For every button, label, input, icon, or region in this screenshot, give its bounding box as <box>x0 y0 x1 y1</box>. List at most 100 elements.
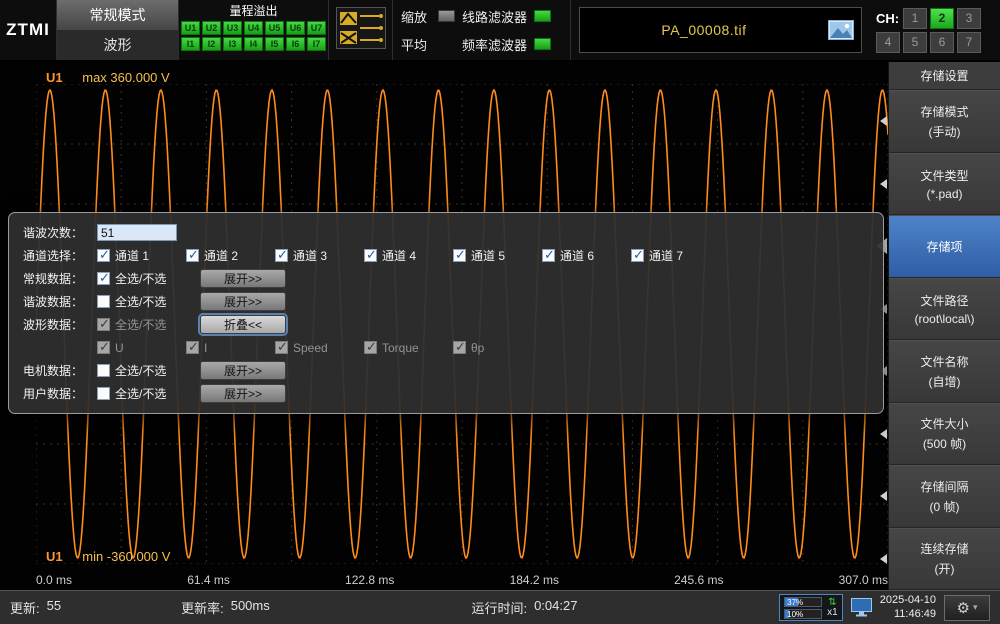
dialog-channel-options: 通道 1通道 2通道 3通道 4通道 5通道 6通道 7 <box>97 247 720 264</box>
select-all-cell: 全选/不选 <box>97 316 200 333</box>
channel-button-1[interactable]: 1 <box>903 8 927 29</box>
brand-logo-text: ZTMI <box>6 20 50 40</box>
channel-checkbox-label: 通道 3 <box>293 247 327 264</box>
date-text: 2025-04-10 <box>880 594 936 608</box>
line-filter-label[interactable]: 线路滤波器 <box>462 7 527 26</box>
update-rate-group: 更新率: 500ms <box>181 598 270 617</box>
channel-checkbox-3[interactable] <box>275 249 288 262</box>
x-tick-label: 61.4 ms <box>187 573 230 587</box>
mode-button-normal[interactable]: 常规模式 <box>57 0 178 30</box>
sidebar-item-line1: 文件路径 <box>920 292 968 309</box>
select-all-checkbox[interactable] <box>97 364 110 377</box>
update-count-label: 更新: <box>10 598 40 617</box>
expand-button[interactable]: 展开>> <box>200 292 286 311</box>
harmonic-count-row: 谐波次数： <box>9 221 883 244</box>
channel-checkbox-7[interactable] <box>631 249 644 262</box>
channel-checkbox-6[interactable] <box>542 249 555 262</box>
channel-checkbox-5[interactable] <box>453 249 466 262</box>
mode-selector: 常规模式 波形 <box>57 0 179 60</box>
wave-sub-option-Speed: Speed <box>275 341 364 355</box>
chevron-down-icon: ▾ <box>973 602 978 613</box>
channel-row-2: 4567 <box>876 32 994 53</box>
max-channel-name: U1 <box>46 70 63 85</box>
select-all-cell: 全选/不选 <box>97 362 200 379</box>
overflow-cell-I5: I5 <box>265 37 284 51</box>
runtime-group: 运行时间: 0:04:27 <box>471 598 577 617</box>
left-arrow-icon <box>880 116 887 126</box>
power-analyzer-app: ZTMI 常规模式 波形 量程溢出 U1U2U3U4U5U6U7 I1I2I3I… <box>0 0 1000 624</box>
status-bar: 更新: 55 更新率: 500ms 运行时间: 0:04:27 37% 10% <box>0 590 1000 624</box>
sidebar-item-6[interactable]: 文件大小(500 帧) <box>889 403 1000 466</box>
select-all-label: 全选/不选 <box>115 293 166 310</box>
collapse-button[interactable]: 折叠<< <box>200 315 286 334</box>
sidebar-item-line2: (手动) <box>929 123 961 140</box>
sidebar-item-line2: (0 帧) <box>929 498 959 515</box>
select-all-label: 全选/不选 <box>115 316 166 333</box>
channel-checkbox-label: 通道 2 <box>204 247 238 264</box>
channel-checkbox-1[interactable] <box>97 249 110 262</box>
dialog-channel-option-1: 通道 1 <box>97 247 186 264</box>
channel-button-3[interactable]: 3 <box>957 8 981 29</box>
sidebar-item-4[interactable]: 文件路径(root\local\) <box>889 278 1000 341</box>
channel-row-1: 123 <box>903 8 981 29</box>
channel-checkbox-label: 通道 6 <box>560 247 594 264</box>
sidebar-item-8[interactable]: 连续存储(开) <box>889 528 1000 591</box>
system-tray: 37% 10% ⇅ x1 <box>779 594 990 622</box>
dialog-channel-option-2: 通道 2 <box>186 247 275 264</box>
monitor-icon[interactable] <box>851 598 872 617</box>
channel-panel-label: CH: <box>876 11 900 26</box>
channel-button-4[interactable]: 4 <box>876 32 900 53</box>
harmonic-count-input[interactable] <box>97 224 177 241</box>
sidebar-item-1[interactable]: 存储模式(手动) <box>889 90 1000 153</box>
file-display-box[interactable]: PA_00008.tif <box>579 7 862 53</box>
expand-button[interactable]: 展开>> <box>200 269 286 288</box>
freq-filter-indicator <box>534 38 551 50</box>
storage-items-dialog: 谐波次数： 通道选择： 通道 1通道 2通道 3通道 4通道 5通道 6通道 7… <box>8 212 884 414</box>
select-all-checkbox[interactable] <box>97 295 110 308</box>
sub-option-label: U <box>115 341 124 355</box>
x-tick-label: 307.0 ms <box>839 573 888 587</box>
sidebar-item-2[interactable]: 文件类型(*.pad) <box>889 153 1000 216</box>
channel-button-6[interactable]: 6 <box>930 32 954 53</box>
freq-filter-label[interactable]: 频率滤波器 <box>462 35 527 54</box>
channel-button-5[interactable]: 5 <box>903 32 927 53</box>
sub-option-label: θp <box>471 341 484 355</box>
left-arrow-icon <box>880 491 887 501</box>
range-overflow-panel: 量程溢出 U1U2U3U4U5U6U7 I1I2I3I4I5I6I7 <box>179 0 329 60</box>
average-label[interactable]: 平均 <box>401 35 431 54</box>
x-axis: 0.0 ms61.4 ms122.8 ms184.2 ms245.6 ms307… <box>36 573 888 587</box>
storage-sidebar: 存储设置 存储模式(手动)文件类型(*.pad)存储项文件路径(root\loc… <box>888 62 1000 590</box>
sidebar-item-7[interactable]: 存储间隔(0 帧) <box>889 465 1000 528</box>
sidebar-item-5[interactable]: 文件名称(自增) <box>889 340 1000 403</box>
left-arrow-icon <box>880 179 887 189</box>
transfer-icon: ⇅ <box>828 598 836 608</box>
sidebar-item-line1: 存储项 <box>926 238 962 255</box>
waveform-sub-options-row: UISpeedTorqueθp <box>9 336 883 359</box>
x-tick-label: 0.0 ms <box>36 573 72 587</box>
dialog-data-row-5: 用户数据：全选/不选展开>> <box>9 382 883 405</box>
expand-button[interactable]: 展开>> <box>200 384 286 403</box>
wave-sub-option-I: I <box>186 341 275 355</box>
expand-button[interactable]: 展开>> <box>200 361 286 380</box>
zoom-label[interactable]: 缩放 <box>401 7 431 26</box>
select-all-cell: 全选/不选 <box>97 385 200 402</box>
sub-option-checkbox-Speed <box>275 341 288 354</box>
channel-checkbox-2[interactable] <box>186 249 199 262</box>
select-all-checkbox[interactable] <box>97 272 110 285</box>
select-all-checkbox[interactable] <box>97 387 110 400</box>
mode-button-waveform[interactable]: 波形 <box>57 30 178 60</box>
dialog-data-row-3: 波形数据： 全选/不选 折叠<< <box>9 313 883 336</box>
wiring-diagram-button[interactable] <box>329 0 393 60</box>
data-row-label: 常规数据： <box>9 270 97 287</box>
sidebar-item-3[interactable]: 存储项 <box>889 215 1000 278</box>
mode-normal-label: 常规模式 <box>90 5 146 25</box>
channel-button-7[interactable]: 7 <box>957 32 981 53</box>
picture-icon[interactable] <box>828 20 854 40</box>
data-row-label: 波形数据： <box>9 316 97 333</box>
mode-waveform-label: 波形 <box>104 35 132 55</box>
channel-checkbox-4[interactable] <box>364 249 377 262</box>
channel-button-2[interactable]: 2 <box>930 8 954 29</box>
sidebar-item-line2: (*.pad) <box>926 187 962 201</box>
update-count-group: 更新: 55 <box>10 598 61 617</box>
settings-button[interactable]: ⚙ ▾ <box>944 595 990 621</box>
